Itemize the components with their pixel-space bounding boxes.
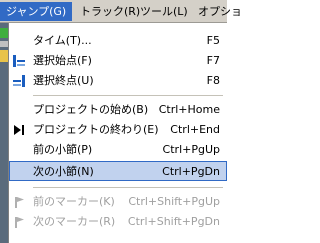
menu-item-shortcut: Ctrl+Home	[158, 103, 220, 116]
skip-to-end-icon	[14, 125, 24, 135]
menu-item-time[interactable]: タイム(T)... F5	[9, 31, 227, 51]
menu-item-shortcut: Ctrl+Shift+PgDn	[127, 215, 220, 228]
menu-item-previous-marker[interactable]: 前のマーカー(K) Ctrl+Shift+PgUp	[9, 192, 227, 212]
menu-item-previous-measure[interactable]: 前の小節(P) Ctrl+PgUp	[9, 140, 227, 160]
menu-item-shortcut: Ctrl+End	[170, 123, 220, 136]
menu-item-shortcut: F5	[206, 34, 220, 47]
menu-separator	[33, 95, 223, 96]
menu-item-label: プロジェクトの始め(B)	[33, 103, 149, 116]
menu-item-selection-start[interactable]: 選択始点(F) F7	[9, 51, 227, 71]
menu-item-shortcut: Ctrl+PgUp	[162, 143, 220, 156]
menu-tools[interactable]: ツール(L)	[134, 2, 194, 21]
selection-end-icon	[13, 75, 25, 87]
background-swatch-yellow	[0, 50, 8, 62]
menu-item-shortcut: F8	[206, 74, 220, 87]
menu-item-project-end[interactable]: プロジェクトの終わり(E) Ctrl+End	[9, 120, 227, 140]
menu-item-shortcut: Ctrl+PgDn	[162, 165, 220, 178]
menu-item-label: プロジェクトの終わり(E)	[33, 123, 159, 136]
menu-item-label: タイム(T)...	[33, 34, 92, 47]
menu-separator	[33, 187, 223, 188]
background-swatch-gray	[0, 41, 8, 47]
previous-marker-icon	[15, 197, 24, 208]
menu-options[interactable]: オプショ	[192, 2, 248, 21]
selection-start-icon	[13, 55, 25, 67]
menu-item-label: 次の小節(N)	[33, 165, 94, 178]
menu-jump[interactable]: ジャンプ(G)	[0, 2, 73, 21]
menu-item-shortcut: F7	[206, 54, 220, 67]
menu-item-label: 次のマーカー(R)	[33, 215, 116, 228]
background-window-strip	[0, 23, 8, 243]
background-swatch-green	[0, 28, 8, 38]
menu-item-shortcut: Ctrl+Shift+PgUp	[128, 195, 220, 208]
menu-item-project-start[interactable]: プロジェクトの始め(B) Ctrl+Home	[9, 100, 227, 120]
next-marker-icon	[15, 217, 24, 228]
menu-item-label: 選択終点(U)	[33, 74, 94, 87]
menu-item-label: 前のマーカー(K)	[33, 195, 115, 208]
menu-item-label: 選択始点(F)	[33, 54, 92, 67]
menu-bar: ジャンプ(G) トラック(R) ツール(L) オプショ	[0, 0, 242, 23]
jump-menu-dropdown: タイム(T)... F5 選択始点(F) F7 選択終点(U) F8 プロジェク…	[8, 23, 227, 243]
menu-item-next-marker[interactable]: 次のマーカー(R) Ctrl+Shift+PgDn	[9, 212, 227, 232]
menu-item-label: 前の小節(P)	[33, 143, 93, 156]
menu-item-selection-end[interactable]: 選択終点(U) F8	[9, 71, 227, 91]
menu-item-next-measure[interactable]: 次の小節(N) Ctrl+PgDn	[9, 161, 227, 181]
